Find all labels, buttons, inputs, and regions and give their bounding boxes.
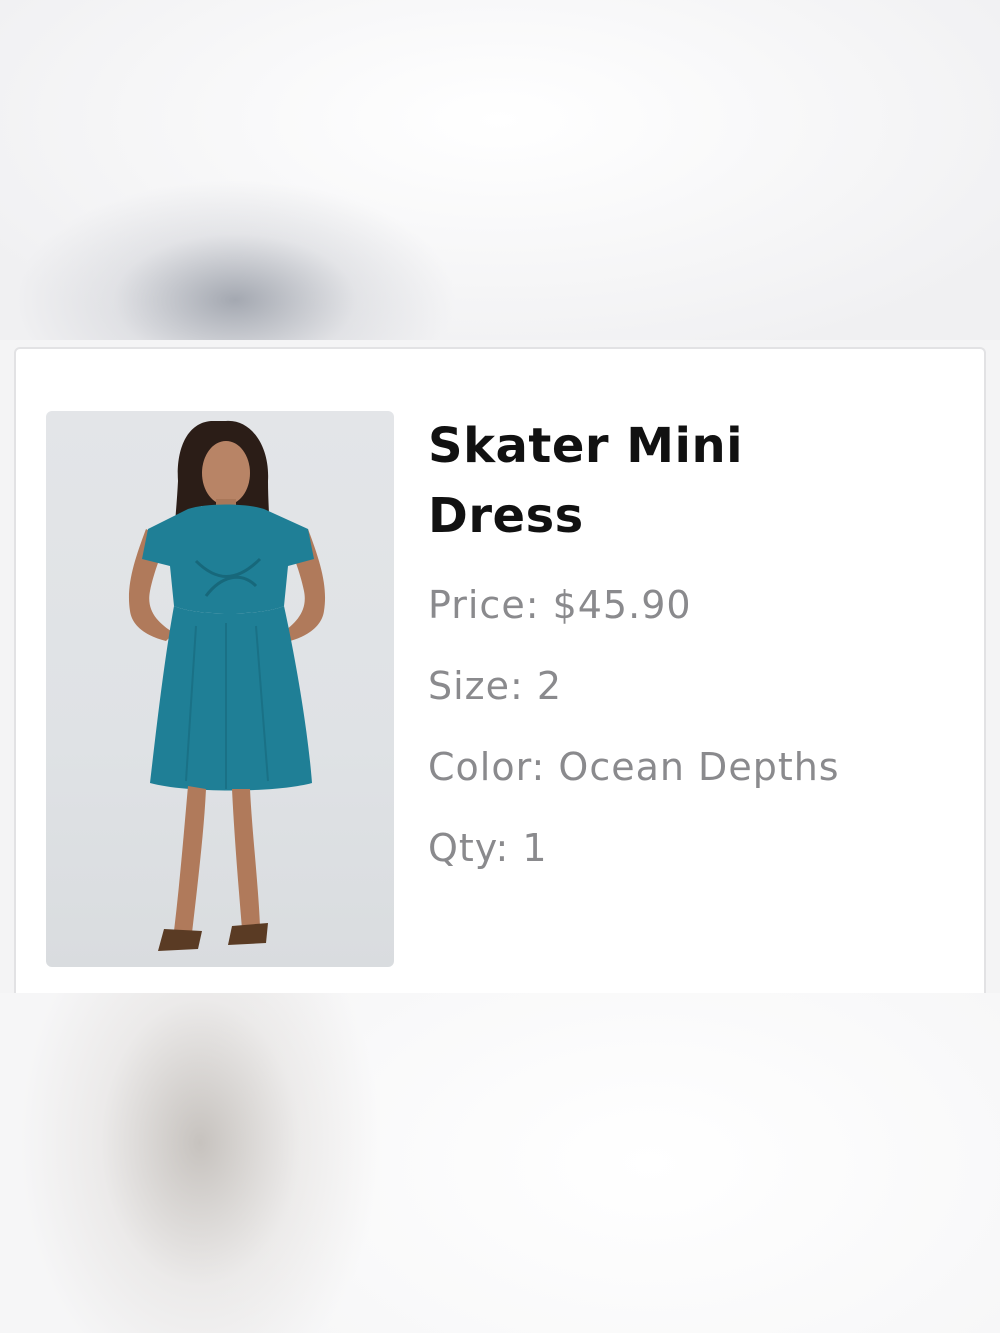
blurred-background-top: [0, 0, 1000, 340]
product-details: Skater Mini Dress Price: $45.90 Size: 2 …: [428, 411, 968, 889]
blurred-background-overlay: [0, 993, 1000, 1333]
price-text: Price: $45.90: [428, 583, 692, 627]
product-image[interactable]: [46, 411, 394, 967]
size-text: Size: 2: [428, 664, 563, 708]
product-title[interactable]: Skater Mini Dress: [428, 411, 818, 551]
dress-model-illustration: [128, 420, 326, 951]
color-text: Color: Ocean Depths: [428, 745, 840, 789]
order-item-card: Skater Mini Dress Price: $45.90 Size: 2 …: [14, 347, 986, 1007]
quantity-text: Qty: 1: [428, 826, 548, 870]
